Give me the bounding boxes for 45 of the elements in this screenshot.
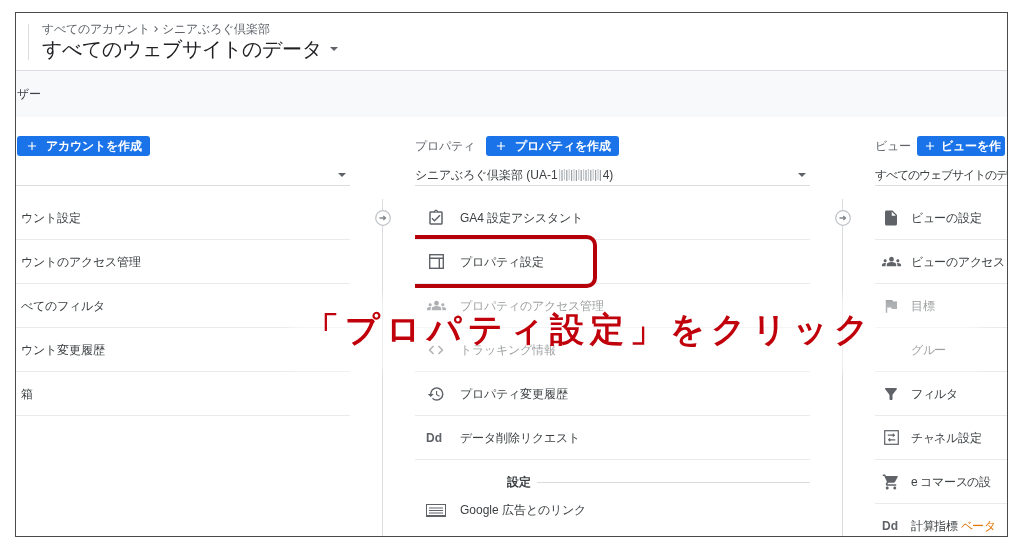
create-view-button[interactable]: ビューを作 — [917, 136, 1005, 156]
admin-menu-item[interactable]: Dd 計算指標 ベータ — [882, 518, 996, 534]
annotation-caption: 「プロパティ設定」をクリック — [305, 313, 875, 345]
breadcrumb-link[interactable]: すべてのアカウント — [42, 19, 150, 38]
arrow-circle-icon — [834, 210, 851, 226]
admin-menu-item[interactable]: ウント変更履歴 — [21, 341, 105, 358]
dd-icon: Dd — [426, 430, 442, 445]
clipboard-check-icon — [427, 208, 445, 227]
admin-menu-item[interactable]: べてのフィルタ — [21, 297, 105, 314]
view-title[interactable]: すべてのウェブサイトのデータ — [42, 36, 322, 61]
banner-icon — [426, 503, 446, 517]
channel-arrows-icon — [883, 430, 899, 445]
plus-icon — [494, 139, 508, 153]
arrow-circle-icon — [374, 210, 391, 226]
admin-menu-item[interactable]: ウントのアクセス管理 — [21, 253, 141, 270]
admin-menu-item[interactable]: フィルタ — [882, 384, 958, 403]
admin-menu-item[interactable]: Google 広告とのリンク — [426, 502, 587, 518]
admin-menu-item[interactable]: プロパティ設定 — [426, 253, 544, 270]
admin-menu-item[interactable]: ウント設定 — [21, 209, 81, 226]
document-icon — [882, 208, 900, 227]
admin-menu-item[interactable]: GA4 設定アシスタント — [426, 208, 584, 227]
window-icon — [428, 254, 444, 269]
history-icon — [427, 384, 445, 403]
view-selector[interactable]: すべてのウェブサイトのデ — [875, 164, 1007, 186]
admin-menu-item[interactable]: e コマースの設 — [882, 472, 991, 491]
breadcrumb-link[interactable]: シニアぶろぐ倶楽部 — [162, 19, 270, 38]
admin-menu-item[interactable]: ビューのアクセス — [882, 252, 1005, 271]
beta-label: ベータ — [960, 518, 996, 534]
cart-icon — [882, 472, 900, 491]
dd-icon: Dd — [882, 519, 898, 533]
create-property-button[interactable]: プロパティを作成 — [486, 136, 619, 156]
caret-icon — [330, 46, 338, 51]
property-selector[interactable]: シニアぶろぐ倶楽部 (UA-1 4) — [415, 164, 810, 186]
column-label: ビュー — [875, 138, 911, 155]
admin-menu-item[interactable]: Dd データ削除リクエスト — [426, 429, 580, 446]
plus-icon — [923, 139, 937, 153]
column-label: プロパティ — [415, 138, 475, 155]
admin-menu-item[interactable]: チャネル設定 — [882, 429, 982, 446]
admin-menu-item[interactable]: 箱 — [21, 385, 33, 402]
user-tab[interactable]: ザー — [16, 85, 41, 103]
admin-menu-item[interactable]: ビューの設定 — [882, 208, 982, 227]
section-heading: 設定 — [507, 475, 531, 489]
plus-icon — [25, 139, 39, 153]
admin-menu-item[interactable]: プロパティ変更履歴 — [426, 384, 568, 403]
create-account-button[interactable]: アカウントを作成 — [17, 136, 150, 156]
